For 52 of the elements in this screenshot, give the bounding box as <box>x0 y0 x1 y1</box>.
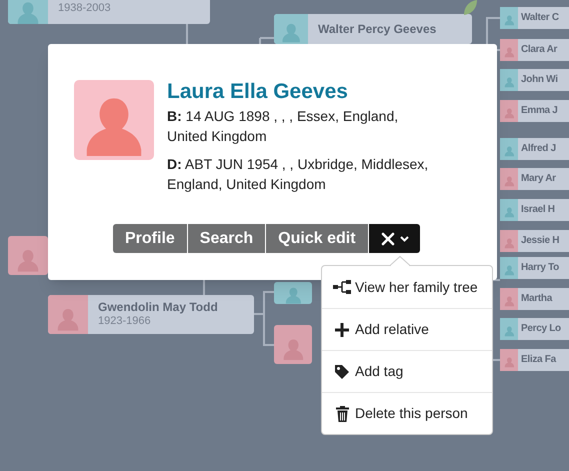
person-name: Alfred J <box>520 142 556 156</box>
person-name: Mary Ar <box>520 172 556 186</box>
person-name[interactable]: Laura Ella Geeves <box>167 80 437 104</box>
avatar-icon <box>16 0 40 24</box>
person-card[interactable]: Martha <box>500 288 569 310</box>
person-name: Eliza Fa <box>520 353 556 367</box>
person-card[interactable]: John Wi <box>500 69 569 91</box>
action-button[interactable]: Profile <box>113 224 188 253</box>
death-info: D: ABT JUN 1954 , , Uxbridge, Middlesex, England, United Kingdom <box>167 155 430 194</box>
birth-info: B: 14 AUG 1898 , , , Essex, England, United Kingdom <box>167 107 400 146</box>
plus-icon <box>334 322 350 338</box>
person-name: Jessie H <box>520 234 560 248</box>
person-card[interactable]: Walter C <box>500 7 569 29</box>
menu-item[interactable]: View her family tree <box>322 266 492 308</box>
person-card[interactable]: Clara Ar <box>500 39 569 61</box>
person-card[interactable]: Harry To <box>500 257 569 279</box>
person-name: John Wi <box>520 73 558 87</box>
person-card[interactable]: Eliza Fa <box>500 349 569 371</box>
connector-line <box>253 291 275 346</box>
tools-button[interactable] <box>368 224 420 253</box>
trash-icon <box>336 406 348 422</box>
action-button[interactable]: Search <box>188 224 266 253</box>
tag-icon <box>334 364 350 380</box>
person-name: Harry To <box>520 261 559 275</box>
menu-item[interactable]: Delete this person <box>322 392 492 434</box>
person-card[interactable]: Alfred J <box>500 138 569 160</box>
person-card[interactable]: Gwendolin May Todd 1923-1966 <box>48 295 254 334</box>
person-name: Gwendolin May Todd <box>98 300 218 316</box>
person-name: Walter C <box>520 11 559 25</box>
caret-icon <box>400 236 409 242</box>
person-dates: 1923-1966 <box>98 315 152 329</box>
menu-item[interactable]: Add relative <box>322 308 492 350</box>
menu-item[interactable]: Add tag <box>322 350 492 392</box>
person-card[interactable]: Walter Percy Geeves <box>274 14 472 44</box>
person-card[interactable]: Jessie H <box>500 230 569 252</box>
person-name: Emma J <box>520 104 558 118</box>
person-name: Percy Lo <box>520 322 561 336</box>
person-name: Clara Ar <box>520 43 558 57</box>
leaf-icon <box>462 0 478 16</box>
person-card[interactable]: Israel H <box>500 199 569 221</box>
connector-line <box>203 280 205 295</box>
person-name: Israel H <box>520 203 555 217</box>
person-card[interactable]: Percy Lo <box>500 318 569 340</box>
connector-line <box>186 24 188 44</box>
person-card[interactable]: Mary Ar <box>500 168 569 190</box>
person-dates: 1938-2003 <box>58 2 111 16</box>
person-name: Martha <box>520 292 552 306</box>
tree-icon <box>333 280 351 294</box>
person-card[interactable]: 1938-2003 <box>8 0 210 24</box>
person-name: Walter Percy Geeves <box>318 22 436 36</box>
action-button[interactable]: Quick edit <box>266 224 369 253</box>
person-card[interactable]: Emma J <box>500 100 569 122</box>
